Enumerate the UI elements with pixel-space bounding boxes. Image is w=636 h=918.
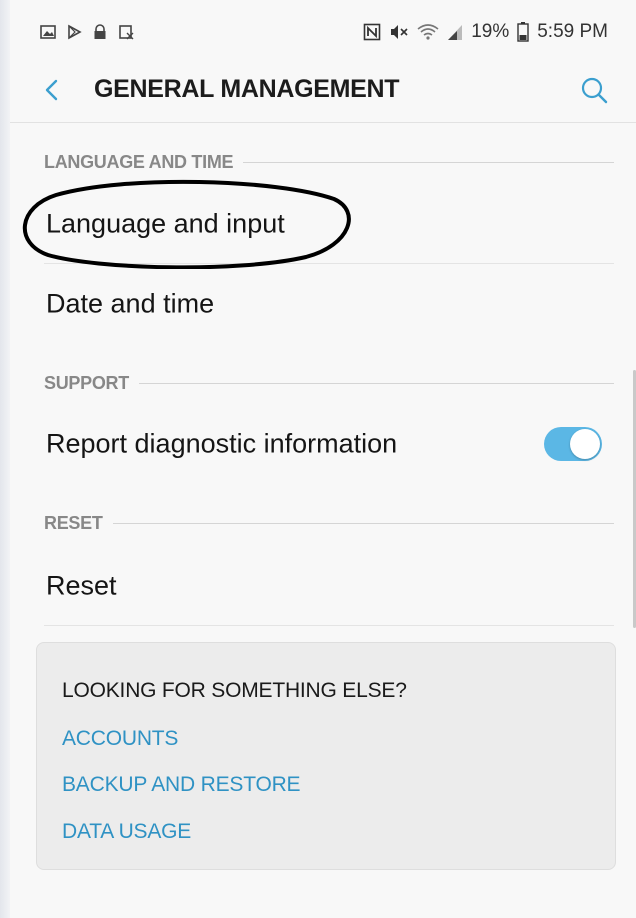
row-label: Reset	[46, 570, 117, 601]
row-label: Date and time	[46, 288, 215, 319]
screenshot-icon	[119, 25, 134, 40]
signal-icon	[448, 25, 463, 40]
section-title: LANGUAGE AND TIME	[44, 151, 234, 172]
diagnostic-toggle[interactable]	[544, 427, 602, 461]
lock-icon	[94, 24, 106, 39]
link-backup-and-restore[interactable]: BACKUP AND RESTORE	[62, 773, 301, 797]
suggestions-card: LOOKING FOR SOMETHING ELSE? ACCOUNTS BAC…	[36, 642, 616, 870]
play-store-icon	[68, 24, 82, 40]
toggle-knob	[570, 429, 600, 459]
mute-icon	[391, 25, 408, 39]
link-data-usage[interactable]: DATA USAGE	[62, 820, 191, 844]
clock: 5:59 PM	[537, 21, 608, 42]
row-label: Language and input	[46, 208, 285, 239]
section-line	[243, 161, 614, 163]
status-right-icons: 19% 5:59 PM	[363, 21, 608, 43]
row-date-and-time[interactable]: Date and time	[34, 266, 614, 342]
section-language-and-time: LANGUAGE AND TIME	[44, 150, 614, 174]
nfc-icon	[363, 23, 381, 41]
left-edge-shadow	[0, 0, 10, 918]
section-reset: RESET	[44, 511, 614, 535]
phone-screen: 19% 5:59 PM GENERAL MANAGEMENT LANGUAGE …	[10, 0, 636, 918]
search-icon	[581, 77, 608, 104]
row-divider	[44, 263, 614, 264]
app-header: GENERAL MANAGEMENT	[10, 58, 636, 122]
row-language-and-input[interactable]: Language and input	[34, 186, 614, 262]
battery-percent: 19%	[471, 21, 510, 42]
row-reset[interactable]: Reset	[34, 548, 614, 624]
gallery-icon	[40, 25, 56, 39]
row-label: Report diagnostic information	[46, 428, 398, 459]
section-title: RESET	[44, 512, 103, 533]
section-title: SUPPORT	[44, 372, 129, 393]
back-arrow-icon	[45, 79, 58, 101]
suggestions-title: LOOKING FOR SOMETHING ELSE?	[62, 679, 407, 702]
page-title: GENERAL MANAGEMENT	[94, 75, 400, 103]
status-bar: 19% 5:59 PM	[10, 16, 636, 52]
battery-icon	[517, 22, 529, 42]
header-divider	[10, 122, 636, 123]
link-accounts[interactable]: ACCOUNTS	[62, 727, 178, 751]
section-line	[112, 522, 614, 524]
section-support: SUPPORT	[44, 371, 614, 395]
row-divider	[44, 625, 614, 626]
back-button[interactable]	[36, 74, 68, 106]
wifi-icon	[417, 24, 439, 40]
section-line	[138, 382, 614, 384]
status-left-icons	[40, 24, 134, 40]
row-report-diagnostic-information[interactable]: Report diagnostic information	[34, 406, 614, 482]
search-button[interactable]	[576, 72, 612, 108]
